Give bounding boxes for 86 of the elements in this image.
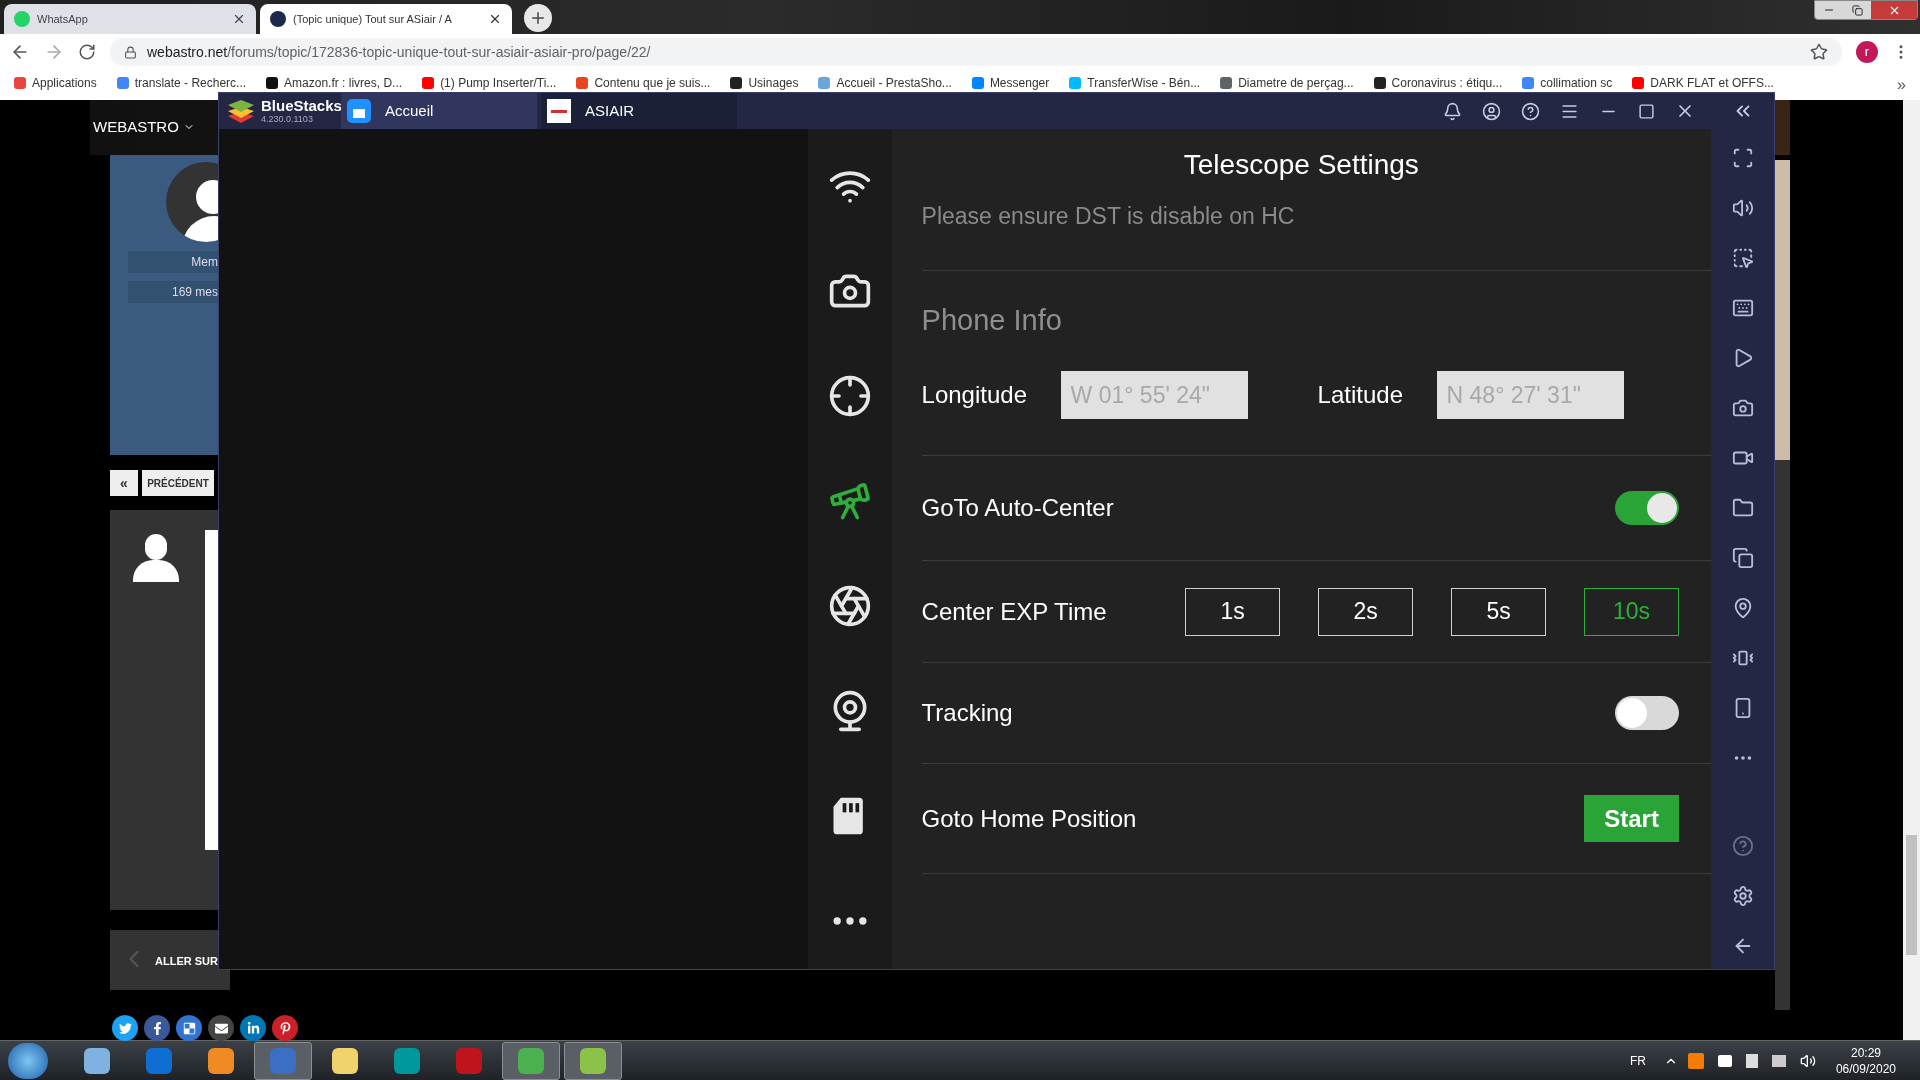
volume-icon[interactable] <box>1799 1052 1816 1069</box>
pointer-select-icon[interactable] <box>1731 247 1754 269</box>
pagination-button[interactable]: « <box>110 470 138 496</box>
toggle-switch[interactable] <box>1615 491 1680 525</box>
bookmark-item[interactable]: Accueil - PrestaSho... <box>818 74 952 92</box>
share-icon[interactable] <box>272 1015 298 1041</box>
more-bookmarks[interactable]: » <box>1897 73 1906 97</box>
scrollbar[interactable] <box>1903 100 1920 1040</box>
account-icon[interactable] <box>1482 101 1501 121</box>
screenshot-icon[interactable] <box>1731 397 1754 419</box>
bookmark-item[interactable]: Contenu que je suis... <box>576 74 711 92</box>
plus-icon <box>529 9 547 27</box>
favicon-icon <box>270 11 286 27</box>
language-indicator[interactable]: FR <box>1629 1051 1646 1070</box>
lock-icon <box>124 45 137 59</box>
maximize-icon[interactable] <box>1638 102 1655 120</box>
bookmark-item[interactable]: (1) Pump Inserter/Ti... <box>422 74 557 92</box>
app-name: BlueStacks <box>261 98 341 113</box>
setting-label: Center EXP Time <box>921 596 1108 627</box>
close-icon[interactable] <box>232 12 246 26</box>
share-icon[interactable] <box>176 1015 202 1041</box>
site-menu[interactable]: WEBASTRO <box>93 116 195 139</box>
field-label: Longitude <box>921 380 1028 410</box>
tray-icon[interactable] <box>1717 1054 1732 1067</box>
tray-icon[interactable] <box>1745 1053 1758 1068</box>
favicon-icon <box>14 11 30 27</box>
setting-label: GoTo Auto-Center <box>921 493 1114 523</box>
aperture-icon[interactable] <box>827 584 872 628</box>
app-logo-icon <box>547 99 571 123</box>
settings-icon[interactable] <box>1731 885 1754 907</box>
windows-icon[interactable] <box>1731 547 1754 569</box>
signal-icon[interactable] <box>1771 1054 1786 1067</box>
clock[interactable]: 20:29 06/09/2020 <box>1835 1044 1896 1077</box>
new-tab-button[interactable] <box>524 4 552 32</box>
app-version: 4.230.0.1103 <box>261 115 314 124</box>
bookmark-item[interactable]: translate - Recherc... <box>116 74 247 92</box>
exposure-option[interactable]: 10s <box>1584 587 1680 636</box>
bookmark-item[interactable]: DARK FLAT et OFFS... <box>1632 74 1774 92</box>
tab-title: WhatsApp <box>37 11 89 27</box>
page-title: Telescope Settings <box>1183 148 1419 182</box>
fullscreen-icon[interactable] <box>1731 147 1754 169</box>
share-icon[interactable] <box>144 1015 170 1041</box>
bookmark-star-icon[interactable] <box>1810 43 1828 61</box>
address-bar[interactable]: webastro.net/forums/topic/172836-topic-unique-tout-sur-asiair-asiair-pro/page/22/ <box>110 38 1842 66</box>
bookmark-item[interactable]: Amazon.fr : livres, D... <box>266 74 403 92</box>
toggle-switch[interactable] <box>1615 696 1680 730</box>
notifications-icon[interactable] <box>1443 101 1462 121</box>
close-icon[interactable] <box>488 12 502 26</box>
home-app-icon <box>347 99 371 123</box>
browser-tab[interactable]: WhatsApp <box>4 4 256 34</box>
avatar-icon <box>133 534 179 582</box>
keyboard-icon[interactable] <box>1731 297 1754 319</box>
url-text: webastro.net/forums/topic/172836-topic-unique-tout-sur-asiair-asiair-pro/page/22/ <box>147 42 651 62</box>
crosshair-icon[interactable] <box>827 374 872 418</box>
bookmark-item[interactable]: collimation sc <box>1522 74 1613 92</box>
tab-title: (Topic unique) Tout sur ASiair / A <box>293 11 453 27</box>
share-icon[interactable] <box>240 1015 266 1041</box>
exposure-option[interactable]: 5s <box>1451 587 1547 636</box>
stacked-layers-logo <box>227 98 255 124</box>
bookmark-item[interactable]: Diametre de perçag... <box>1220 74 1354 92</box>
notice-text: Please ensure DST is disable on HC <box>921 202 1295 231</box>
exposure-option[interactable]: 1s <box>1185 587 1281 636</box>
setting-label: Goto Home Position <box>921 803 1137 834</box>
bookmark-item[interactable]: Usinages <box>730 74 799 92</box>
footer-link[interactable]: ALLER SUR <box>155 953 218 970</box>
pagination-button[interactable]: PRÉCÉDENT <box>142 470 214 496</box>
bookmark-item[interactable]: TransferWise - Bén... <box>1069 74 1201 92</box>
share-icon[interactable] <box>112 1015 138 1041</box>
profile-avatar[interactable]: r <box>1856 41 1878 63</box>
restore-icon <box>1851 4 1863 16</box>
bookmark-item[interactable]: Coronavirus : étiqu... <box>1373 74 1503 92</box>
bookmark-item[interactable]: Applications <box>14 74 97 92</box>
folder-icon[interactable] <box>1731 497 1754 519</box>
bookmark-item[interactable]: Messenger <box>971 74 1050 92</box>
section-heading: Phone Info <box>921 303 1062 339</box>
app-tab[interactable]: ASIAIR <box>541 93 737 129</box>
start-button[interactable] <box>8 1042 48 1079</box>
app-tab[interactable]: Accueil <box>341 93 537 129</box>
browser-tab[interactable]: (Topic unique) Tout sur ASiair / A <box>260 4 512 34</box>
exposure-option[interactable]: 2s <box>1318 587 1414 636</box>
setting-label: Tracking <box>921 698 1013 728</box>
taskbar-app[interactable] <box>564 1041 622 1080</box>
field-label: Latitude <box>1317 380 1404 410</box>
volume-icon[interactable] <box>1731 197 1754 219</box>
share-icon[interactable] <box>208 1015 234 1041</box>
reload-icon[interactable] <box>78 43 96 61</box>
